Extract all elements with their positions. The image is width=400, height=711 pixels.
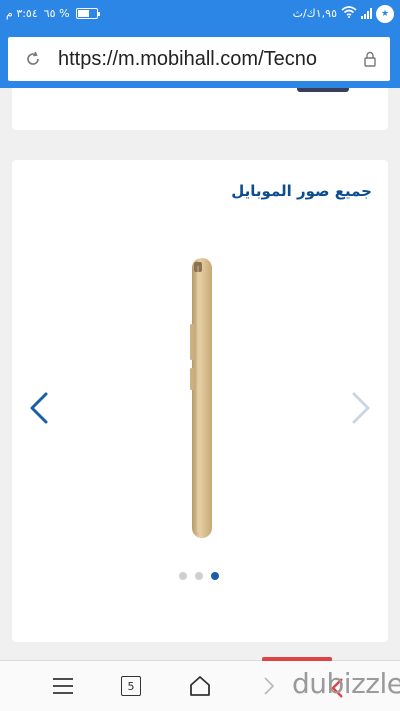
battery-percent: ٦٥ % — [43, 7, 70, 20]
previous-card — [12, 88, 388, 130]
page-edge-strip — [262, 657, 332, 661]
carousel-dots — [179, 572, 219, 580]
signal-icon — [361, 8, 372, 19]
menu-icon[interactable] — [50, 673, 76, 699]
notification-badge: ★ — [376, 5, 394, 23]
browser-toolbar: 5 dubizzle — [0, 657, 400, 711]
phone-side-image — [186, 256, 220, 542]
reload-icon[interactable] — [8, 51, 58, 67]
gallery-title: جميع صور الموبايل — [231, 182, 372, 200]
carousel-dot[interactable] — [195, 572, 203, 580]
previous-image-button[interactable] — [24, 388, 54, 428]
tabs-count: 5 — [121, 676, 141, 696]
home-icon[interactable] — [186, 673, 214, 699]
phone-image-bottom-edge — [297, 88, 349, 92]
status-bar: ٣:٥٤ م ٦٥ % ١,٩٥ك/ث ★ — [0, 0, 400, 30]
wifi-icon — [341, 6, 357, 23]
lock-icon[interactable] — [350, 51, 390, 67]
carousel-dot[interactable] — [179, 572, 187, 580]
dubizzle-watermark: dubizzle — [292, 667, 400, 700]
network-speed: ١,٩٥ك/ث — [292, 7, 337, 20]
battery-icon — [75, 8, 100, 19]
carousel-dot[interactable] — [211, 572, 219, 580]
status-time: ٣:٥٤ م — [6, 7, 38, 20]
address-field[interactable]: https://m.mobihall.com/Tecno — [8, 37, 390, 81]
phone-gallery-card: جميع صور الموبايل — [12, 160, 388, 642]
url-text[interactable]: https://m.mobihall.com/Tecno — [58, 48, 350, 71]
next-image-button[interactable] — [346, 388, 376, 428]
status-left: ٣:٥٤ م ٦٥ % — [6, 7, 100, 20]
url-bar: https://m.mobihall.com/Tecno — [0, 30, 400, 88]
chevron-right-icon[interactable] — [258, 673, 280, 699]
tabs-button[interactable]: 5 — [120, 673, 142, 699]
status-right: ١,٩٥ك/ث ★ — [293, 5, 394, 23]
